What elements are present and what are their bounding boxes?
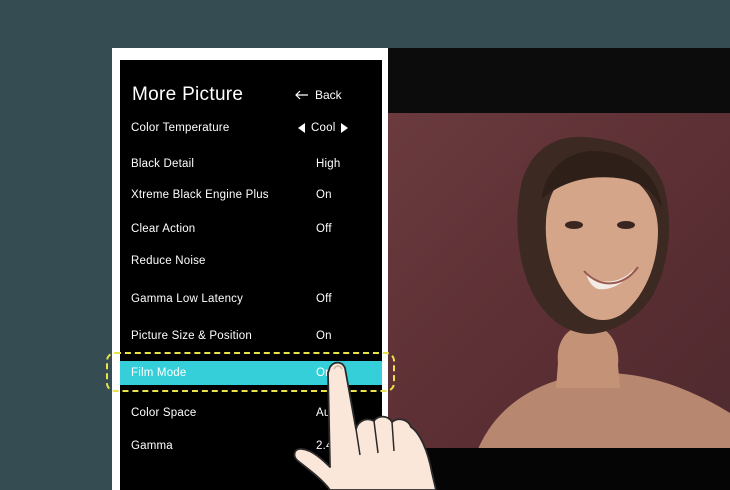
menu-title: More Picture [132, 84, 244, 105]
menu-item-label: Black Detail [131, 158, 195, 170]
menu-item-black-detail[interactable]: Black Detail High [120, 153, 382, 175]
menu-item-value: On [316, 189, 332, 201]
menu-item-value: High [316, 158, 341, 170]
menu-item-label: Xtreme Black Engine Plus [131, 189, 269, 201]
back-button[interactable]: Back [295, 88, 342, 102]
pointing-hand-icon [293, 361, 437, 490]
arrow-left-icon[interactable] [298, 123, 305, 133]
menu-item-picture-size-position[interactable]: Picture Size & Position On [120, 325, 382, 347]
menu-item-color-temperature[interactable]: Color Temperature Cool [120, 117, 382, 139]
menu-item-xtreme-black-engine-plus[interactable]: Xtreme Black Engine Plus On [120, 184, 382, 206]
menu-item-label: Color Temperature [131, 122, 230, 134]
menu-item-value: Cool [298, 122, 349, 134]
menu-item-gamma-low-latency[interactable]: Gamma Low Latency Off [120, 288, 382, 310]
menu-item-value-text: Cool [311, 122, 336, 134]
menu-item-label: Gamma Low Latency [131, 293, 244, 305]
menu-item-value: Off [316, 223, 332, 235]
menu-item-label: Clear Action [131, 223, 196, 235]
menu-item-value: Off [316, 293, 332, 305]
menu-item-label: Picture Size & Position [131, 330, 252, 342]
arrow-right-icon[interactable] [341, 123, 349, 133]
menu-item-clear-action[interactable]: Clear Action Off [120, 218, 382, 240]
menu-item-label: Gamma [131, 440, 173, 452]
menu-item-value: On [316, 330, 332, 342]
back-arrow-icon [295, 90, 308, 100]
menu-item-reduce-noise[interactable]: Reduce Noise [120, 250, 382, 272]
menu-item-label: Reduce Noise [131, 255, 206, 267]
back-label: Back [315, 88, 342, 102]
menu-item-label: Color Space [131, 407, 197, 419]
